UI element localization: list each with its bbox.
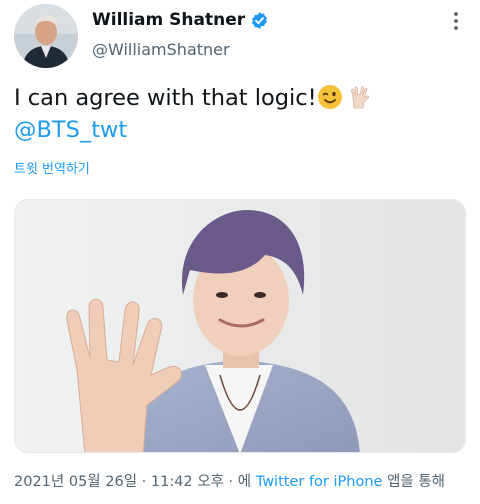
author-name[interactable]: William Shatner	[92, 10, 245, 30]
tweet-header: William Shatner @WilliamShatner	[0, 0, 480, 76]
winking-face-emoji-icon	[317, 85, 342, 109]
author-row: William Shatner	[92, 10, 269, 30]
via-suffix: 앱을 통해	[382, 474, 446, 490]
vulcan-salute-emoji-icon	[350, 86, 369, 109]
translate-tweet-link[interactable]: 트윗 번역하기	[14, 158, 90, 177]
avatar[interactable]	[14, 4, 78, 68]
avatar-image	[14, 4, 78, 68]
meta-separator: ·	[223, 474, 238, 490]
tweet-text: I can agree with that logic! @BTS_twt	[14, 82, 469, 146]
tweet-date[interactable]: 2021년 05월 26일	[14, 474, 137, 490]
photo-image	[15, 200, 465, 452]
via-prefix: 에	[237, 474, 256, 490]
author-handle[interactable]: @WilliamShatner	[92, 40, 230, 59]
tweet-text-line: I can agree with that logic!	[14, 85, 317, 111]
verified-badge-icon	[252, 11, 268, 29]
more-options-icon[interactable]	[445, 10, 467, 32]
source-app-link[interactable]: Twitter for iPhone	[256, 474, 383, 490]
meta-separator: ·	[137, 474, 151, 490]
mention-link[interactable]: @BTS_twt	[14, 117, 127, 143]
tweet-metadata: 2021년 05월 26일 · 11:42 오후 · 에 Twitter for…	[14, 470, 445, 491]
tweet-time[interactable]: 11:42 오후	[151, 474, 224, 490]
tweet-photo[interactable]	[14, 199, 466, 453]
